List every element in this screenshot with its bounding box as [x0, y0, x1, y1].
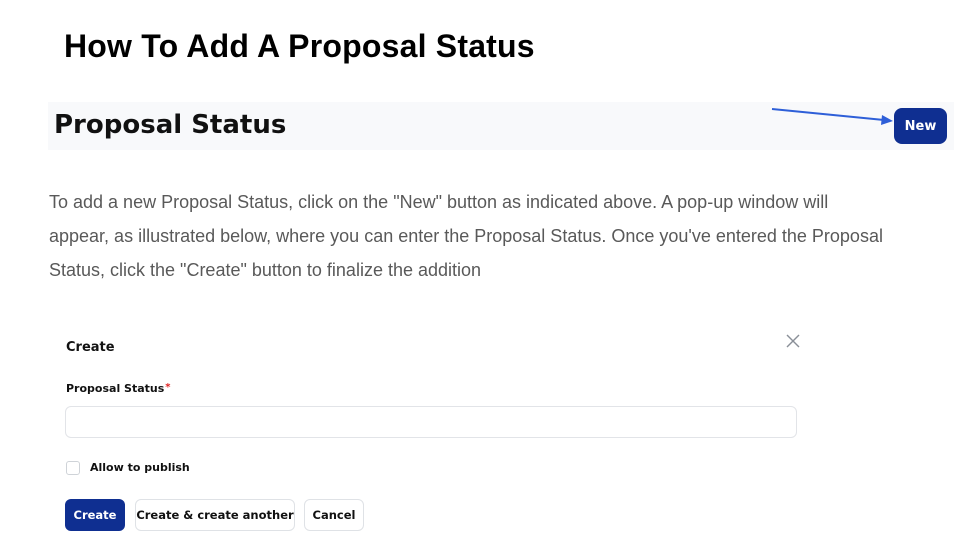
close-button[interactable] [784, 332, 802, 350]
cancel-button[interactable]: Cancel [304, 499, 364, 531]
required-marker: * [165, 382, 171, 393]
page-header: Proposal Status [48, 102, 954, 150]
field-label-text: Proposal Status [66, 382, 165, 395]
allow-publish-checkbox[interactable] [66, 461, 80, 475]
instructions-line: To add a new Proposal Status, click on t… [49, 192, 829, 212]
new-button[interactable]: New [894, 108, 947, 144]
slide-title: How To Add A Proposal Status [64, 28, 535, 64]
proposal-status-input[interactable] [65, 406, 797, 438]
proposal-status-label: Proposal Status* [66, 382, 171, 395]
allow-publish-label: Allow to publish [90, 461, 190, 474]
instructions-text: To add a new Proposal Status, click on t… [49, 185, 929, 287]
create-another-button[interactable]: Create & create another [135, 499, 295, 531]
close-icon [786, 334, 800, 348]
create-button[interactable]: Create [65, 499, 125, 531]
page-title: Proposal Status [54, 110, 287, 140]
instructions-line: Status, click the "Create" button to fin… [49, 260, 482, 280]
instructions-line: appear, as illustrated below, where you … [49, 226, 883, 246]
modal-title: Create [66, 340, 115, 355]
